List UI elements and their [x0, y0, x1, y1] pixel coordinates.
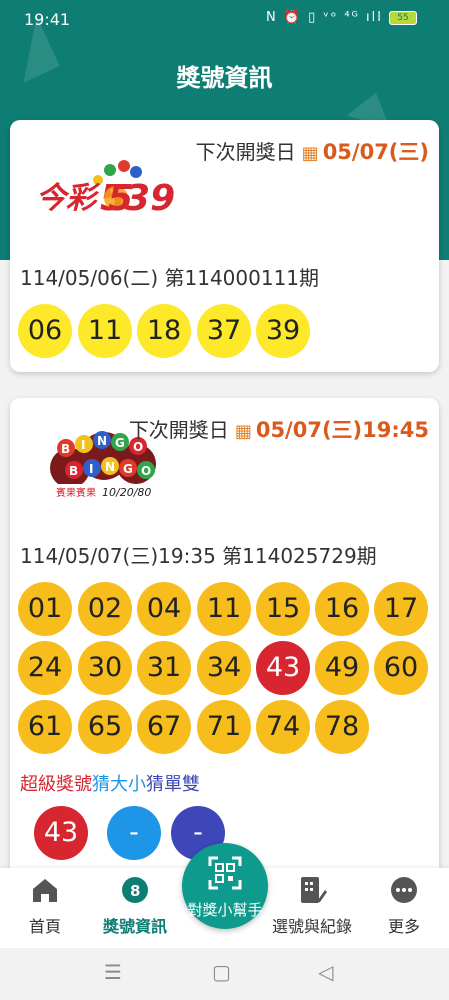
notepad-icon [301, 877, 327, 903]
number-ball: 31 [137, 641, 191, 695]
lottery-card-bingo[interactable]: B I N G O B I N G O 賓果賓果 10/20/80 下次開獎日 ▦… [10, 398, 439, 878]
number-ball: 60 [374, 641, 428, 695]
number-ball: 74 [256, 700, 310, 754]
super-number-label: 超級獎號 [20, 774, 92, 795]
tab-label: 選號與紀錄 [271, 917, 352, 936]
number-ball: 67 [137, 700, 191, 754]
status-bar: 19:41 N ⏰ ▯ ᵛᵒ ⁴ᴳ ıll 55 [0, 0, 449, 40]
system-navigation-bar: ☰ ▢ ◁ [0, 948, 449, 1000]
svg-text:N: N [97, 434, 107, 448]
logo-bingo-subtext: 賓果賓果 [56, 486, 96, 499]
calendar-icon: ▦ [301, 143, 319, 164]
next-draw-label: 下次開獎日 [128, 418, 229, 442]
tab-results[interactable]: 8 獎號資訊 [95, 868, 175, 948]
number-ball: 15 [256, 582, 310, 636]
fab-label: 對獎小幫手 [187, 901, 263, 919]
page-title: 獎號資訊 [176, 64, 273, 92]
super-number-ball: 43 [34, 806, 88, 860]
svg-text:8: 8 [130, 882, 140, 900]
number-ball: 71 [197, 700, 251, 754]
status-time: 19:41 [24, 10, 71, 29]
number-ball: 34 [197, 641, 251, 695]
svg-text:I: I [81, 438, 85, 452]
number-ball: 01 [18, 582, 72, 636]
menu-icon[interactable]: ☰ [104, 960, 122, 984]
svg-text:G: G [123, 462, 133, 476]
tab-label: 首頁 [28, 917, 61, 936]
calendar-icon: ▦ [234, 421, 252, 442]
odd-even-label: 猜單雙 [146, 774, 200, 795]
back-icon[interactable]: ◁ [318, 960, 333, 984]
number-ball: 02 [78, 582, 132, 636]
svg-text:5: 5 [108, 178, 133, 219]
draw-period: 114/05/06(二) 第114000111期 [20, 266, 320, 290]
number-ball: 11 [78, 304, 132, 358]
draw-period: 114/05/07(三)19:35 第114025729期 [20, 544, 377, 568]
next-draw-bingo: 下次開獎日 ▦ 05/07(三)19:45 [129, 414, 429, 444]
number-ball: 06 [18, 304, 72, 358]
tab-picks[interactable]: 選號與紀錄 [272, 868, 352, 948]
status-icons: N ⏰ ▯ ᵛᵒ ⁴ᴳ ıll 55 [266, 10, 417, 25]
lottery-card-539[interactable]: 今彩 539 5 下次開獎日 ▦ 05/07(三) 114/05/06(二) 第11… [10, 120, 439, 372]
tab-home[interactable]: 首頁 [5, 868, 85, 948]
number-ball: 61 [18, 700, 72, 754]
home-circle-icon[interactable]: ▢ [212, 960, 231, 984]
next-draw-539: 下次開獎日 ▦ 05/07(三) [196, 136, 429, 166]
svg-text:B: B [69, 464, 78, 478]
extra-play-labels: 超級獎號猜大小猜單雙 [20, 770, 200, 796]
lottery-ball-icon: 8 [122, 877, 148, 903]
next-draw-date: 05/07(三)19:45 [255, 418, 429, 442]
number-ball: 17 [374, 582, 428, 636]
logo-539: 今彩 539 5 [36, 160, 175, 219]
number-ball: 11 [197, 582, 251, 636]
tab-label: 獎號資訊 [102, 917, 167, 936]
next-draw-label: 下次開獎日 [195, 140, 296, 164]
svg-text:B: B [61, 442, 70, 456]
number-ball: 65 [78, 700, 132, 754]
number-ball: 78 [315, 700, 369, 754]
prize-helper-button[interactable]: 對獎小幫手 [182, 843, 268, 929]
svg-text:G: G [115, 436, 125, 450]
number-ball: 37 [197, 304, 251, 358]
super-number-ball: 43 [256, 641, 310, 695]
tab-more[interactable]: 更多 [364, 868, 444, 948]
home-icon [33, 879, 57, 902]
next-draw-date: 05/07(三) [322, 140, 429, 164]
big-small-label: 猜大小 [92, 774, 146, 795]
status-indicators: N ⏰ ▯ ᵛᵒ ⁴ᴳ ıll [265, 10, 383, 25]
svg-text:O: O [141, 464, 151, 478]
logo-bingo-numbers: 10/20/80 [102, 486, 151, 499]
number-ball: 04 [137, 582, 191, 636]
number-ball: 24 [18, 641, 72, 695]
battery-icon: 55 [389, 10, 417, 25]
number-ball: 18 [137, 304, 191, 358]
number-ball: 39 [256, 304, 310, 358]
big-small-ball: - [107, 806, 161, 860]
svg-text:I: I [89, 462, 93, 476]
tab-label: 更多 [387, 917, 420, 936]
number-ball: 16 [315, 582, 369, 636]
svg-text:N: N [105, 460, 115, 474]
number-ball: 49 [315, 641, 369, 695]
more-icon [391, 877, 417, 903]
number-ball: 30 [78, 641, 132, 695]
svg-text:今彩: 今彩 [36, 181, 101, 216]
qr-scan-icon [208, 856, 242, 890]
